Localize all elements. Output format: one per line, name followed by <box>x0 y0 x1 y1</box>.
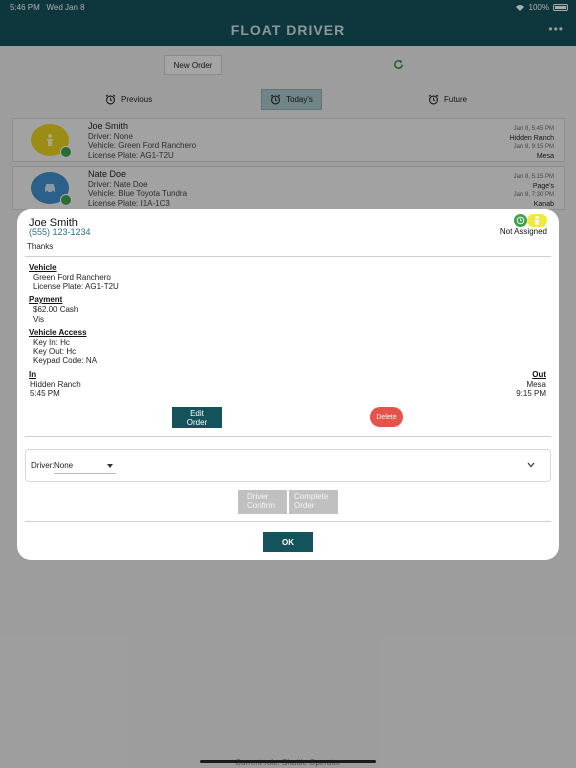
driver-confirm-label: Driver <box>247 492 269 501</box>
delete-button[interactable]: Delete <box>370 407 403 427</box>
in-section-title: In <box>29 370 37 379</box>
complete-order-label: Order <box>294 501 315 510</box>
chevron-down-icon[interactable] <box>527 462 535 468</box>
payment-amount: $62.00 Cash <box>33 305 79 314</box>
ok-button[interactable]: OK <box>263 532 313 552</box>
driver-select-value: None <box>54 461 74 470</box>
driver-label: Driver: <box>31 461 55 470</box>
dropdown-arrow-icon <box>107 464 113 468</box>
vehicle-section-title: Vehicle <box>29 263 57 272</box>
out-place: Mesa <box>526 380 546 389</box>
driver-select[interactable]: None <box>54 458 116 474</box>
out-section-title: Out <box>532 370 546 379</box>
divider <box>25 256 551 257</box>
driver-panel[interactable]: Driver: None <box>25 449 551 482</box>
clock-icon <box>514 214 527 227</box>
in-time: 5:45 PM <box>30 389 60 398</box>
edit-order-label: Edit <box>190 409 204 418</box>
keypad-code: Keypad Code: NA <box>33 356 98 365</box>
vehicle-description: Green Ford Ranchero <box>33 273 111 282</box>
edit-order-label: Order <box>186 418 208 427</box>
vehicle-access-title: Vehicle Access <box>29 328 87 337</box>
status-icons <box>511 214 547 228</box>
complete-order-label: Complete <box>294 492 329 501</box>
payment-section-title: Payment <box>29 295 63 304</box>
order-note: Thanks <box>27 242 54 251</box>
out-time: 9:15 PM <box>516 389 546 398</box>
person-icon <box>527 214 547 227</box>
home-indicator[interactable] <box>200 760 376 763</box>
payment-note: Vis <box>33 315 44 324</box>
complete-order-button[interactable]: Complete Order <box>289 490 338 514</box>
driver-confirm-button[interactable]: Driver Confirm <box>238 490 287 514</box>
order-detail-modal: Joe Smith (555) 123-1234 Not Assigned Th… <box>17 209 559 560</box>
divider <box>25 436 551 437</box>
key-out: Key Out: Hc <box>33 347 77 356</box>
modal-phone-link[interactable]: (555) 123-1234 <box>29 227 91 237</box>
divider <box>25 521 551 522</box>
assignment-status: Not Assigned <box>499 227 547 236</box>
key-in: Key In: Hc <box>33 338 70 347</box>
vehicle-plate: License Plate: AG1-T2U <box>33 282 119 291</box>
edit-order-button[interactable]: Edit Order <box>172 407 222 428</box>
driver-confirm-label: Confirm <box>247 501 276 510</box>
in-place: Hidden Ranch <box>30 380 81 389</box>
